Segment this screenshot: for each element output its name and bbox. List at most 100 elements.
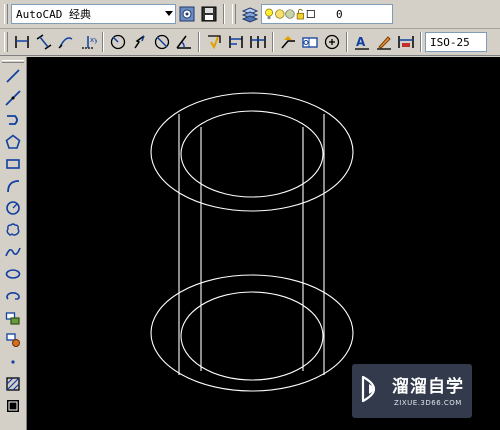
play-logo-icon bbox=[361, 375, 376, 403]
insert-block-icon bbox=[5, 312, 20, 325]
point-icon bbox=[11, 360, 15, 364]
lock-icon bbox=[296, 8, 304, 20]
spline-icon bbox=[5, 247, 21, 257]
svg-text:xy: xy bbox=[90, 36, 97, 44]
dim-style-value: ISO-25 bbox=[430, 35, 470, 49]
draw-toolbar bbox=[0, 57, 27, 430]
workspace-settings-icon bbox=[179, 6, 195, 22]
revcloud-button[interactable] bbox=[0, 219, 26, 241]
baseline-dim-button[interactable] bbox=[225, 31, 247, 53]
hatch-icon bbox=[6, 377, 20, 391]
toolbar-separator bbox=[223, 4, 225, 24]
workspace-toolbar: AutoCAD 经典 0 bbox=[0, 0, 500, 29]
workspace-dropdown[interactable]: AutoCAD 经典 bbox=[11, 4, 176, 24]
toolbar-separator bbox=[102, 32, 104, 52]
toolbar-separator bbox=[272, 32, 274, 52]
circle-button[interactable] bbox=[0, 197, 26, 219]
line-button[interactable] bbox=[0, 65, 26, 87]
radius-dim-icon bbox=[110, 34, 126, 50]
center-mark-icon bbox=[324, 34, 340, 50]
quick-dim-icon bbox=[208, 35, 221, 50]
watermark-logo: 溜溜自学 ZIXUE.3D66.COM bbox=[352, 364, 472, 418]
workspace-save-button[interactable] bbox=[198, 3, 220, 25]
layer-state-icons bbox=[265, 8, 315, 20]
watermark-subtitle: ZIXUE.3D66.COM bbox=[394, 399, 462, 407]
arc-button[interactable] bbox=[0, 175, 26, 197]
layer-dropdown[interactable]: 0 bbox=[261, 4, 393, 24]
angular-dim-button[interactable] bbox=[173, 31, 195, 53]
gradient-button[interactable] bbox=[0, 395, 26, 417]
jogged-dim-icon bbox=[134, 35, 145, 49]
ordinate-dim-icon: xy bbox=[82, 36, 97, 49]
arc-icon bbox=[7, 180, 20, 193]
dim-update-button[interactable] bbox=[395, 31, 417, 53]
toolbar-separator bbox=[198, 32, 200, 52]
watermark-title: 溜溜自学 bbox=[392, 377, 464, 397]
diameter-dim-icon bbox=[154, 34, 170, 50]
rectangle-button[interactable] bbox=[0, 153, 26, 175]
chevron-down-icon bbox=[165, 11, 173, 16]
ellipse-icon bbox=[5, 269, 21, 279]
dim-edit-icon: A bbox=[355, 35, 369, 50]
toolbar-grip[interactable] bbox=[232, 4, 236, 24]
revcloud-icon bbox=[6, 223, 20, 236]
ellipse-arc-button[interactable] bbox=[0, 285, 26, 307]
baseline-dim-icon bbox=[229, 36, 243, 48]
dim-text-edit-button[interactable] bbox=[373, 31, 395, 53]
quick-leader-icon bbox=[281, 36, 295, 49]
sun-icon bbox=[275, 9, 285, 19]
toolbar-grip[interactable] bbox=[2, 60, 24, 63]
aligned-dim-icon bbox=[36, 34, 52, 50]
linear-dim-button[interactable] bbox=[11, 31, 33, 53]
polygon-icon bbox=[5, 134, 21, 149]
quick-leader-button[interactable] bbox=[277, 31, 299, 53]
ellipse-button[interactable] bbox=[0, 263, 26, 285]
center-mark-button[interactable] bbox=[321, 31, 343, 53]
color-swatch-icon bbox=[306, 10, 315, 18]
svg-text:A: A bbox=[356, 35, 366, 49]
arc-length-dim-icon bbox=[58, 37, 73, 49]
bottom-inner-ellipse bbox=[180, 291, 324, 381]
workspace-value: AutoCAD 经典 bbox=[16, 8, 91, 21]
linear-dim-icon bbox=[15, 36, 29, 48]
tolerance-button[interactable] bbox=[299, 31, 321, 53]
top-inner-ellipse bbox=[180, 110, 324, 198]
toolbar-separator bbox=[420, 32, 422, 52]
hatch-button[interactable] bbox=[0, 373, 26, 395]
polygon-button[interactable] bbox=[0, 131, 26, 153]
workspace-settings-button[interactable] bbox=[176, 3, 198, 25]
spline-button[interactable] bbox=[0, 241, 26, 263]
arc-length-dim-button[interactable] bbox=[55, 31, 77, 53]
dim-style-dropdown[interactable]: ISO-25 bbox=[425, 32, 487, 52]
diameter-dim-button[interactable] bbox=[151, 31, 173, 53]
continue-dim-button[interactable] bbox=[247, 31, 269, 53]
tolerance-icon bbox=[302, 37, 318, 48]
toolbar-grip[interactable] bbox=[4, 32, 8, 52]
aligned-dim-button[interactable] bbox=[33, 31, 55, 53]
polyline-icon bbox=[7, 115, 18, 125]
jogged-dim-button[interactable] bbox=[129, 31, 151, 53]
insert-block-button[interactable] bbox=[0, 307, 26, 329]
dimension-toolbar: xy A ISO-25 bbox=[0, 29, 500, 56]
layer-name: 0 bbox=[336, 7, 343, 21]
light-bulb-icon bbox=[265, 8, 273, 20]
quick-dim-button[interactable] bbox=[203, 31, 225, 53]
layer-manager-icon bbox=[241, 7, 259, 23]
dim-edit-button[interactable]: A bbox=[351, 31, 373, 53]
ordinate-dim-button[interactable]: xy bbox=[77, 31, 99, 53]
freeze-icon bbox=[285, 9, 295, 19]
point-button[interactable] bbox=[0, 351, 26, 373]
ellipse-arc-icon bbox=[6, 292, 20, 300]
construction-line-button[interactable] bbox=[0, 87, 26, 109]
polyline-button[interactable] bbox=[0, 109, 26, 131]
circle-icon bbox=[6, 201, 20, 215]
workspace-save-icon bbox=[201, 6, 217, 22]
radius-dim-button[interactable] bbox=[107, 31, 129, 53]
layer-manager-button[interactable] bbox=[239, 3, 261, 25]
dim-update-icon bbox=[398, 36, 414, 48]
make-block-button[interactable] bbox=[0, 329, 26, 351]
toolbar-grip[interactable] bbox=[4, 4, 8, 24]
dim-text-edit-icon bbox=[377, 36, 391, 50]
angular-dim-icon bbox=[176, 35, 191, 49]
rectangle-icon bbox=[6, 159, 20, 169]
